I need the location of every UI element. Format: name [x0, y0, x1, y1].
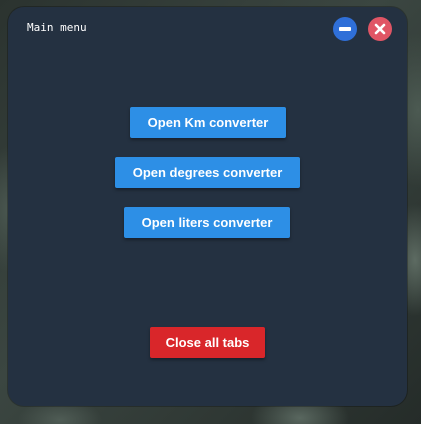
open-degrees-converter-button[interactable]: Open degrees converter	[115, 157, 300, 188]
main-menu-window: Main menu Open Km converter Open degrees…	[8, 7, 407, 406]
open-km-converter-button[interactable]: Open Km converter	[130, 107, 286, 138]
minimize-button[interactable]	[333, 17, 357, 41]
open-liters-converter-button[interactable]: Open liters converter	[124, 207, 290, 238]
minus-icon	[339, 27, 351, 31]
close-icon	[374, 23, 386, 35]
window-title: Main menu	[27, 21, 87, 34]
close-all-tabs-button[interactable]: Close all tabs	[150, 327, 265, 358]
close-window-button[interactable]	[368, 17, 392, 41]
